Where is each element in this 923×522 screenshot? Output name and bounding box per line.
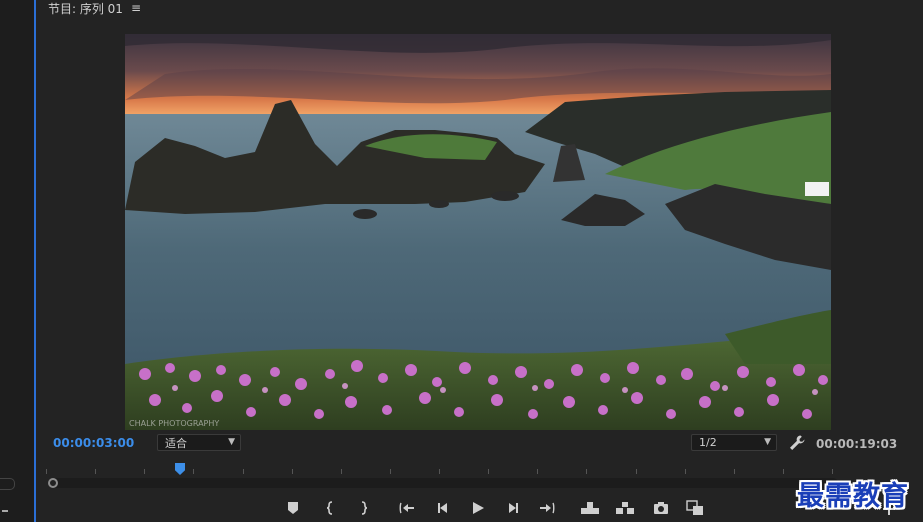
add-marker-icon[interactable]	[282, 498, 304, 518]
ruler-tick	[46, 469, 47, 474]
hamburger-menu-icon[interactable]: ≡	[131, 1, 141, 15]
chevron-down-icon: ▼	[228, 437, 235, 447]
chevron-down-icon: ▼	[764, 437, 771, 447]
panel-title[interactable]: 节目: 序列 01	[48, 0, 123, 17]
ruler-tick	[685, 469, 686, 474]
ruler-tick	[783, 469, 784, 474]
wrench-icon[interactable]	[788, 434, 806, 452]
play-icon[interactable]	[467, 498, 489, 518]
ruler-tick	[537, 469, 538, 474]
ruler-tick	[734, 469, 735, 474]
video-frame: CHALK PHOTOGRAPHY	[125, 34, 831, 430]
time-ruler[interactable]	[46, 464, 833, 476]
playback-resolution-select[interactable]: 1/2 ▼	[691, 434, 777, 451]
export-frame-icon[interactable]	[650, 498, 672, 518]
site-watermark: 最需教育	[797, 481, 909, 512]
current-timecode[interactable]: 00:00:03:00	[53, 436, 134, 450]
duration-timecode: 00:00:19:03	[816, 437, 898, 451]
lift-icon[interactable]	[579, 498, 601, 518]
left-panel-strip	[0, 0, 35, 522]
ruler-tick	[636, 469, 637, 474]
left-scroll-handle[interactable]	[0, 478, 15, 490]
resolution-value: 1/2	[699, 436, 717, 449]
go-to-in-icon[interactable]	[396, 498, 418, 518]
ruler-tick	[243, 469, 244, 474]
compare-view-icon[interactable]	[684, 498, 706, 518]
mark-in-icon[interactable]	[320, 498, 342, 518]
mark-out-icon[interactable]	[352, 498, 374, 518]
step-forward-icon[interactable]	[502, 498, 524, 518]
left-collapse-icon[interactable]	[2, 510, 8, 512]
ruler-tick	[586, 469, 587, 474]
ruler-tick	[488, 469, 489, 474]
ruler-tick	[144, 469, 145, 474]
extract-icon[interactable]	[614, 498, 636, 518]
ruler-tick	[390, 469, 391, 474]
zoom-scrollbar[interactable]	[48, 478, 838, 488]
program-viewer[interactable]: CHALK PHOTOGRAPHY	[125, 34, 831, 430]
ruler-tick	[95, 469, 96, 474]
zoom-level-value: 适合	[165, 436, 187, 450]
photo-watermark: CHALK PHOTOGRAPHY	[129, 419, 219, 428]
go-to-out-icon[interactable]	[536, 498, 558, 518]
panel-header: 节目: 序列 01 ≡	[48, 0, 141, 16]
ruler-tick	[439, 469, 440, 474]
ruler-tick	[341, 469, 342, 474]
zoom-scroll-handle[interactable]	[48, 478, 58, 488]
step-back-icon[interactable]	[432, 498, 454, 518]
ruler-tick	[193, 469, 194, 474]
ruler-tick	[292, 469, 293, 474]
zoom-level-select[interactable]: 适合 ▼	[157, 434, 241, 451]
